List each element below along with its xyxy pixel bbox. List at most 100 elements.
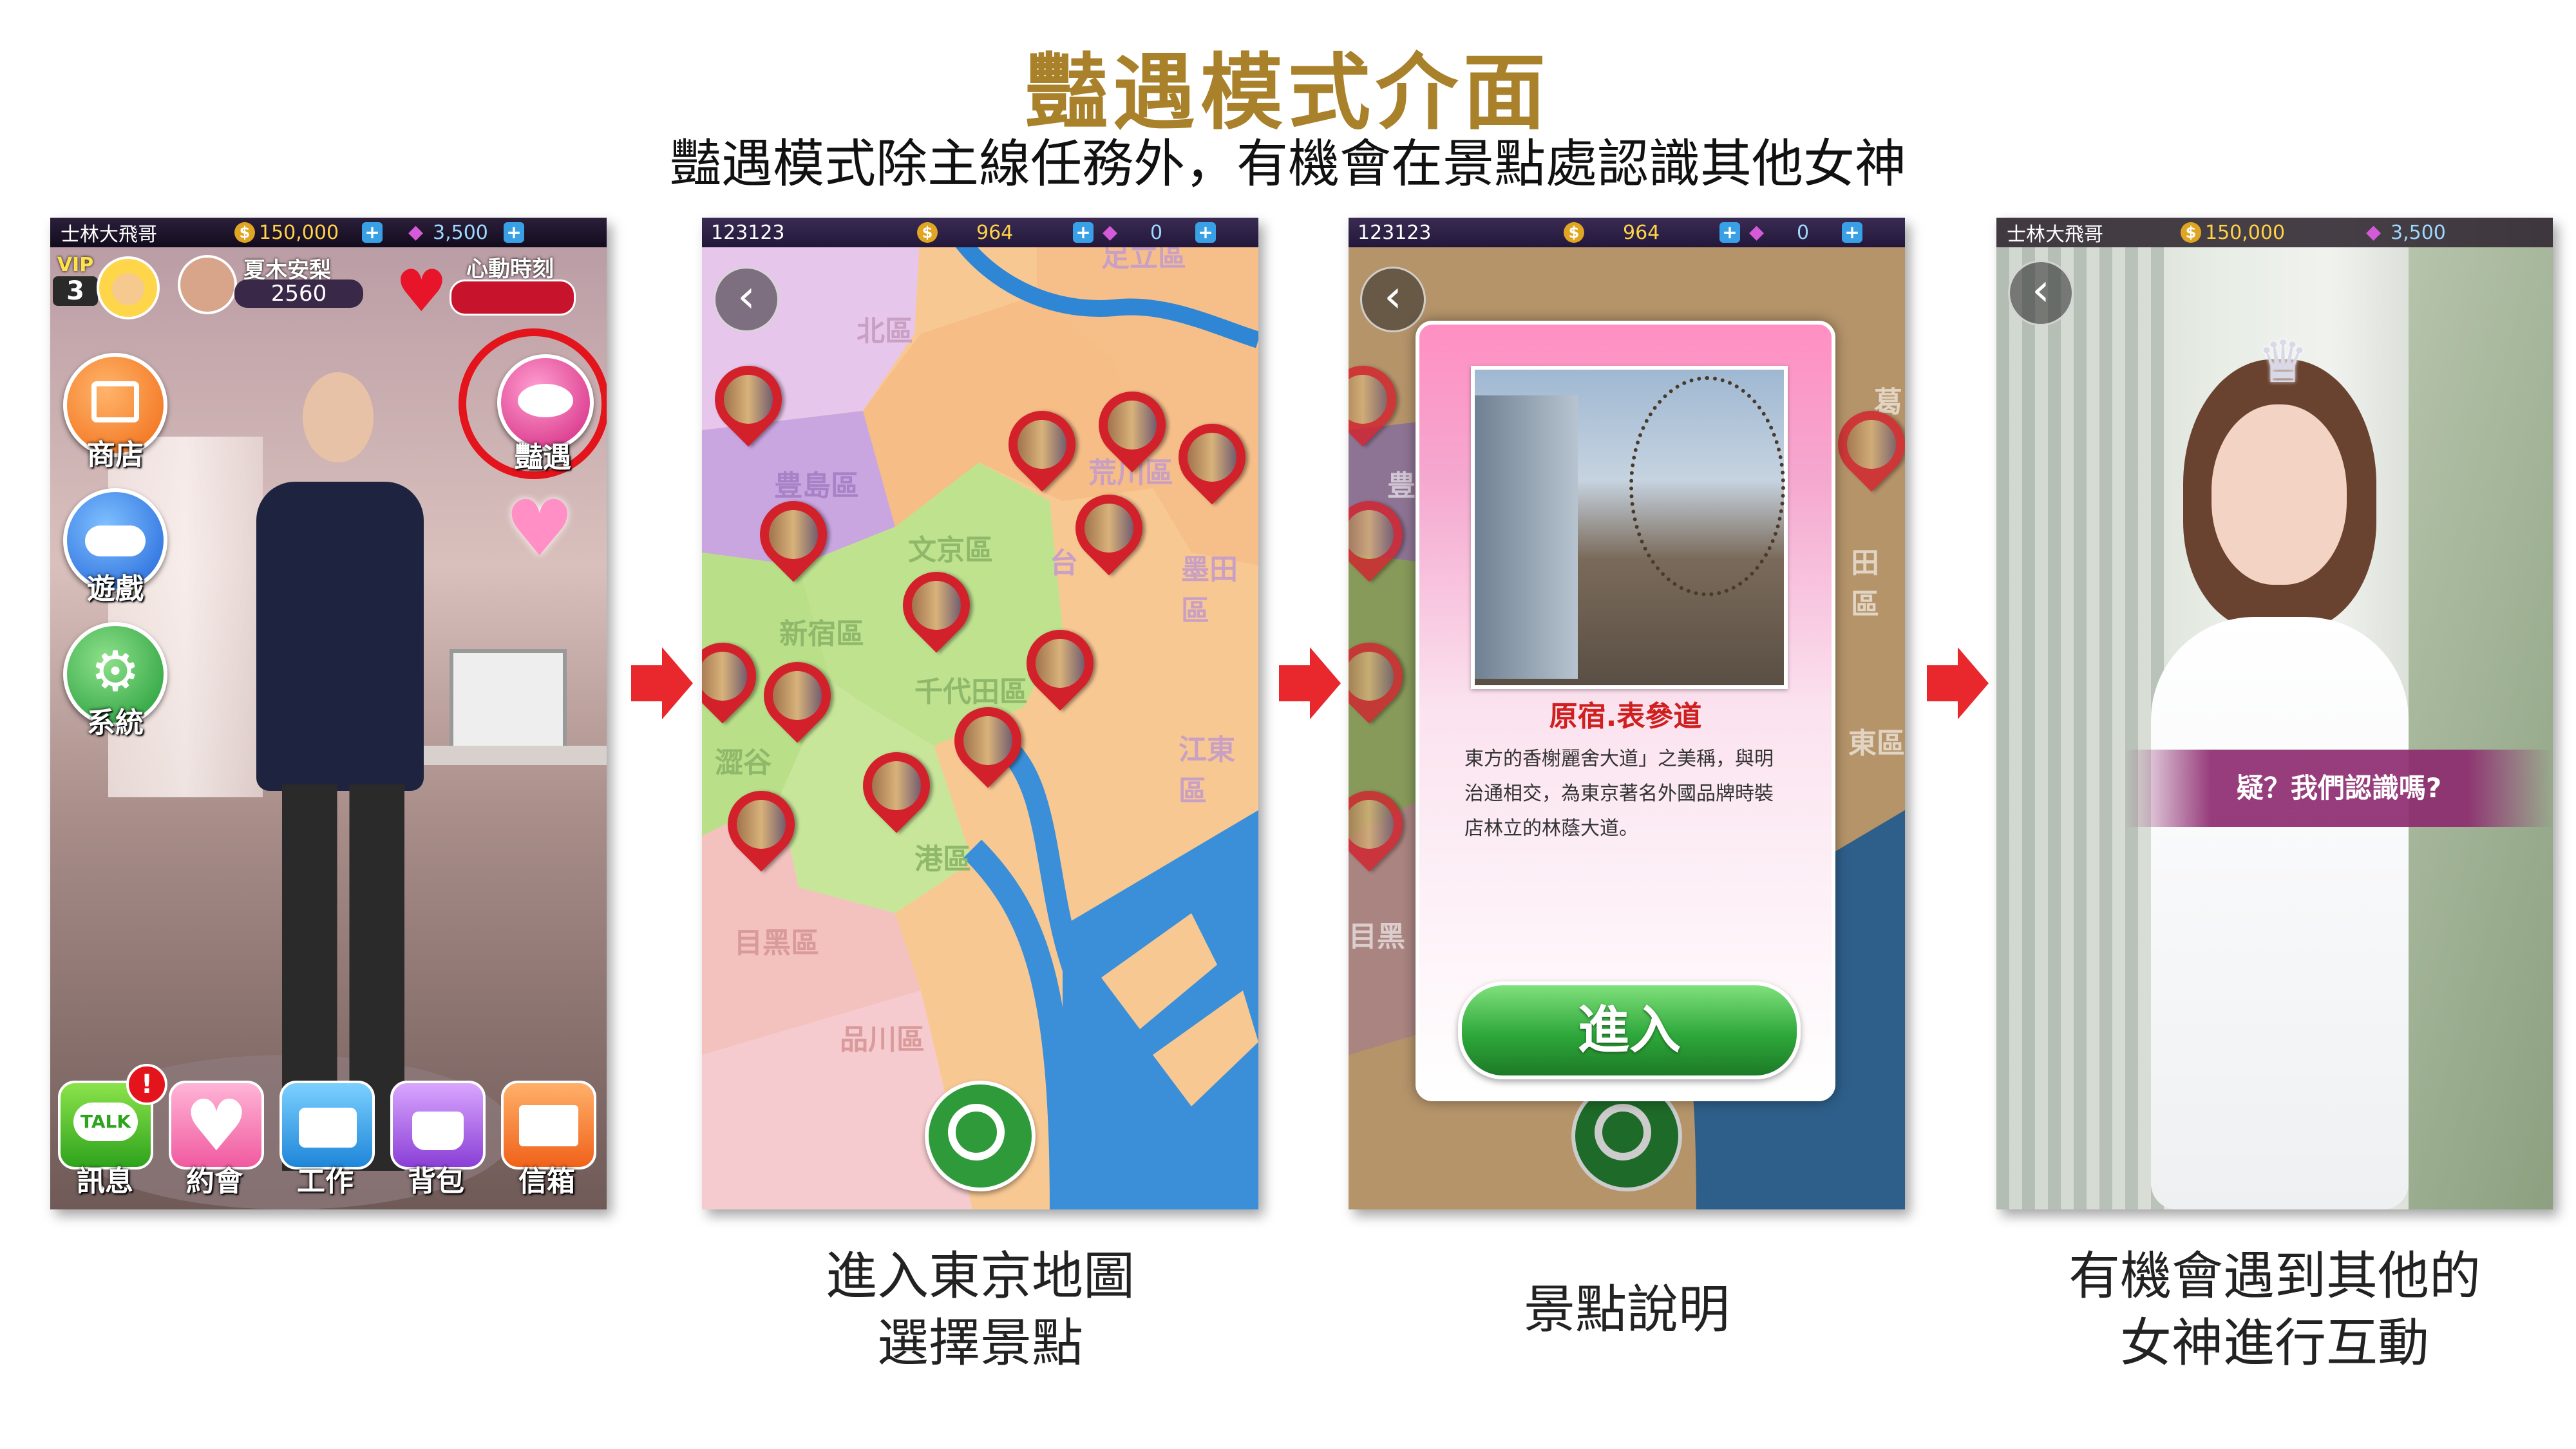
work-label: 工作 <box>297 1165 354 1198</box>
back-button[interactable]: ‹ <box>2008 260 2074 326</box>
district-label: 文京區 <box>908 534 993 567</box>
add-gold-button[interactable]: + <box>1719 222 1740 243</box>
mailbox-label: 信箱 <box>518 1165 575 1198</box>
district-label: 豊 <box>1387 469 1416 502</box>
caption-line: 有機會遇到其他的 <box>2069 1246 2481 1306</box>
message-label: 訊息 <box>77 1165 133 1198</box>
player-name: 士林大飛哥 <box>2007 223 2103 246</box>
heart-bulb-icon[interactable]: ♥ <box>505 491 574 568</box>
add-diamond-button[interactable]: + <box>504 222 524 243</box>
gear-icon: ⚙ <box>90 639 140 704</box>
crosshair-icon <box>1595 1104 1651 1160</box>
spot-photo <box>1471 366 1788 689</box>
vip-label: VIP <box>57 254 94 276</box>
district-label: 目黑 <box>1349 920 1405 953</box>
bag-button[interactable] <box>390 1081 486 1170</box>
flow-arrow-1 <box>631 647 693 719</box>
work-button[interactable] <box>279 1081 375 1170</box>
back-button[interactable]: ‹ <box>714 267 779 332</box>
locate-button[interactable] <box>925 1081 1036 1191</box>
home-screen: 士林大飛哥 $ 150,000 + ◆ 3,500 + VIP 3 夏木安梨 2… <box>50 218 607 1209</box>
bag-label: 背包 <box>408 1165 464 1198</box>
mailbox-button[interactable] <box>501 1081 596 1170</box>
vip-badge: VIP 3 <box>53 254 98 306</box>
add-gold-button[interactable]: + <box>1073 222 1094 243</box>
spot-popup: 原宿.表參道 東方的香榭麗舍大道」之美稱，與明治通相交，為東京著名外國品牌時裝店… <box>1416 321 1835 1101</box>
add-diamond-button[interactable]: + <box>1842 222 1862 243</box>
diamond-icon: ◆ <box>408 221 424 243</box>
tree-shape <box>1629 376 1785 596</box>
date-button[interactable]: ♥ <box>169 1081 264 1170</box>
spot-description-screen: 豊 田區 東區 目黑 葛 123123 $ 964 + ◆ 0 + ‹ 原宿.表… <box>1349 218 1905 1209</box>
dialogue-bar[interactable]: 疑？我們認識嗎? <box>2125 750 2553 827</box>
shop-label: 商店 <box>87 439 144 471</box>
character-jacket <box>256 482 424 791</box>
encounter-screen: ♛ 士林大飛哥 $ 150,000 ◆ 3,500 ‹ 疑？我們認識嗎? <box>1996 218 2553 1209</box>
avatar-face-icon <box>112 273 144 305</box>
district-label: 北區 <box>857 315 913 348</box>
district-label: 品川區 <box>840 1023 925 1056</box>
gold-coin-icon: $ <box>1564 222 1584 243</box>
diamond-amount: 3,500 <box>433 221 488 244</box>
page-subtitle: 豔遇模式除主線任務外，有機會在景點處認識其他女神 <box>670 134 1906 194</box>
partner-avatar[interactable] <box>178 255 237 314</box>
heart-icon[interactable]: ♥ <box>395 263 448 321</box>
diamond-icon: ◆ <box>2366 221 2382 243</box>
spot-description: 東方的香榭麗舍大道」之美稱，與明治通相交，為東京著名外國品牌時裝店林立的林蔭大道… <box>1464 748 1774 840</box>
goddess-dress <box>2151 617 2409 1209</box>
date-label: 約會 <box>186 1165 243 1198</box>
shop-icon <box>91 381 139 422</box>
user-id: 123123 <box>1358 221 1432 244</box>
district-label: 田區 <box>1851 547 1879 621</box>
district-label: 豊島區 <box>774 469 859 502</box>
caption-step2: 進入東京地圖 選擇景點 <box>702 1243 1258 1377</box>
caption-line: 進入東京地圖 <box>826 1246 1135 1306</box>
back-button[interactable]: ‹ <box>1360 267 1426 332</box>
flow-arrow-3 <box>1927 647 1989 719</box>
gamepad-icon <box>85 526 146 556</box>
district-label: 目黑區 <box>734 927 819 960</box>
vip-level: 3 <box>53 276 98 306</box>
diamond-icon: ◆ <box>1103 221 1118 243</box>
district-label: 墨田區 <box>1181 553 1238 627</box>
add-gold-button[interactable]: + <box>362 222 383 243</box>
caption-line: 選擇景點 <box>877 1313 1083 1373</box>
caption-line: 景點說明 <box>1524 1280 1730 1340</box>
status-bar: 123123 $ 964 + ◆ 0 + <box>1349 218 1905 247</box>
caption-line: 女神進行互動 <box>2120 1313 2429 1373</box>
heart-meter <box>450 279 576 316</box>
gold-amount: 150,000 <box>2205 221 2286 244</box>
gold-coin-icon: $ <box>2181 222 2201 243</box>
character-figure <box>243 366 437 1184</box>
player-avatar[interactable] <box>97 256 160 319</box>
add-diamond-button[interactable]: + <box>1195 222 1216 243</box>
player-name: 士林大飛哥 <box>61 223 157 246</box>
gold-coin-icon: $ <box>917 222 938 243</box>
district-label: 台 <box>1050 547 1078 580</box>
flow-arrow-2 <box>1279 647 1341 719</box>
heart-moment-label: 心動時刻 <box>466 256 554 282</box>
district-label: 新宿區 <box>779 618 864 650</box>
briefcase-icon <box>299 1108 357 1148</box>
monitor-background <box>450 649 567 753</box>
game-label: 遊戲 <box>87 573 144 605</box>
crosshair-icon <box>948 1104 1005 1160</box>
heart-icon-date: ♥ <box>184 1084 249 1167</box>
district-label: 澀谷 <box>715 746 772 779</box>
caption-step4: 有機會遇到其他的 女神進行互動 <box>1996 1243 2553 1377</box>
diamond-amount: 3,500 <box>2391 221 2446 244</box>
goddess-face <box>2211 404 2347 585</box>
district-label: 東區 <box>1848 727 1905 760</box>
gold-amount: 964 <box>1623 221 1660 244</box>
dialogue-text: 疑？我們認識嗎? <box>2236 772 2442 804</box>
building-shape <box>1475 395 1578 679</box>
system-label: 系統 <box>87 706 144 739</box>
envelope-icon <box>519 1105 578 1146</box>
caption-step3: 景點說明 <box>1349 1276 1905 1343</box>
enter-button[interactable]: 進入 <box>1458 981 1801 1079</box>
spot-name: 原宿.表參道 <box>1549 700 1702 733</box>
district-label: 港區 <box>914 843 971 876</box>
character-head <box>303 372 374 462</box>
status-bar: 士林大飛哥 $ 150,000 ◆ 3,500 <box>1996 218 2553 247</box>
diamond-amount: 0 <box>1797 221 1810 244</box>
